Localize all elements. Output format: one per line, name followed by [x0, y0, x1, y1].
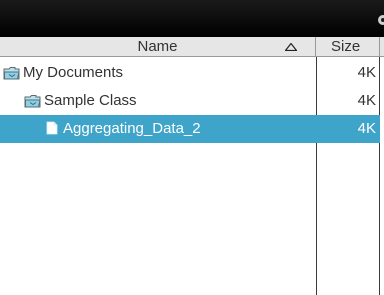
- name-column-header[interactable]: Name: [0, 37, 316, 56]
- list-item-aggregating-data-2[interactable]: Aggregating_Data_2 4K: [0, 115, 380, 143]
- file-name: Aggregating_Data_2: [63, 120, 201, 137]
- folder-icon: [3, 67, 20, 80]
- file-size: 4K: [357, 120, 376, 137]
- name-column-label: Name: [137, 38, 178, 55]
- list-item-my-documents[interactable]: My Documents 4K: [0, 59, 380, 87]
- folder-icon: [24, 95, 41, 108]
- size-column-header[interactable]: Size: [316, 37, 380, 56]
- file-size: 4K: [357, 64, 376, 81]
- file-size: 4K: [357, 92, 376, 109]
- file-name: Sample Class: [44, 92, 137, 109]
- column-header: Name Size: [0, 37, 384, 57]
- sort-ascending-icon[interactable]: [285, 43, 297, 51]
- document-icon: [46, 121, 58, 135]
- file-name: My Documents: [23, 64, 124, 81]
- list-item-sample-class[interactable]: Sample Class 4K: [0, 87, 380, 115]
- size-column-label: Size: [331, 38, 361, 55]
- gear-icon[interactable]: [376, 13, 384, 27]
- top-toolbar: [0, 0, 384, 37]
